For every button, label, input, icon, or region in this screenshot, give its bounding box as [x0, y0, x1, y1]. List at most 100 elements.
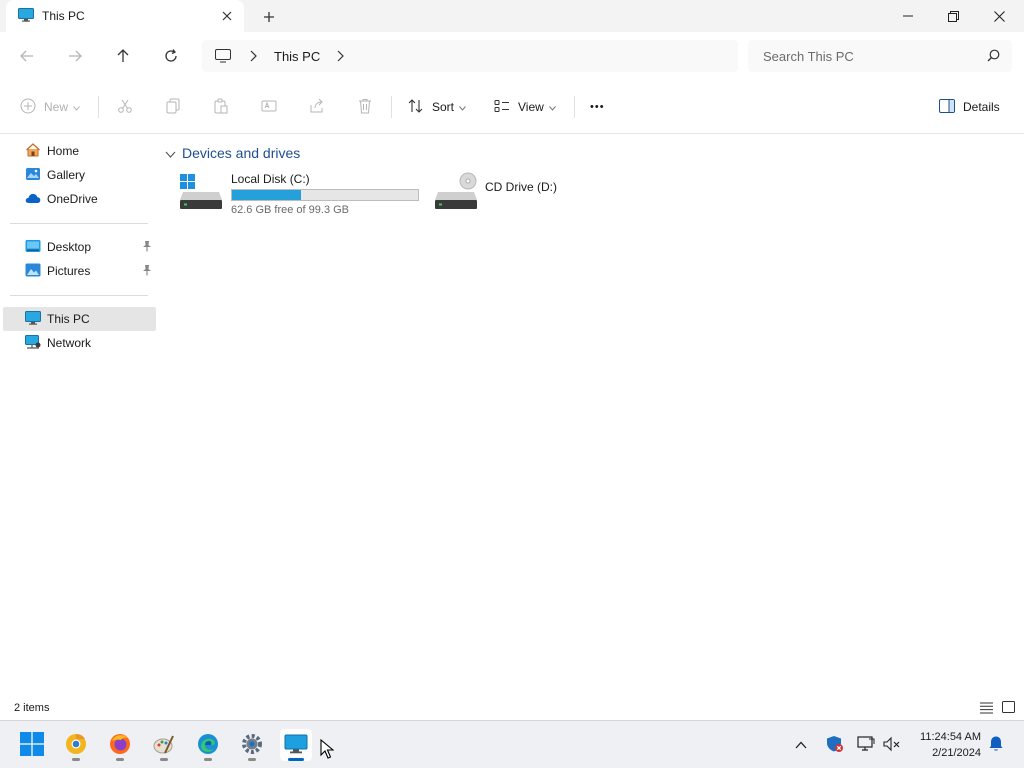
clock-time: 11:24:54 AM [920, 731, 981, 743]
sort-button[interactable]: Sort [408, 95, 466, 119]
up-button[interactable] [111, 44, 135, 68]
delete-button[interactable] [357, 95, 373, 119]
sidebar-item-desktop[interactable]: Desktop [3, 235, 156, 259]
search-box[interactable] [748, 40, 1012, 72]
sidebar-item-pictures[interactable]: Pictures [3, 259, 156, 283]
taskbar-app-firefox[interactable] [104, 729, 136, 761]
chevron-down-icon[interactable] [165, 145, 176, 161]
taskbar-app-paint[interactable] [148, 729, 180, 761]
gallery-icon [25, 166, 41, 185]
item-count: 2 items [14, 702, 50, 714]
taskbar-app-file-explorer[interactable] [280, 729, 312, 761]
chevron-right-icon[interactable] [336, 50, 344, 65]
sidebar-item-network[interactable]: Network [3, 331, 156, 355]
sidebar-item-label: Home [47, 144, 80, 158]
status-bar: 2 items [0, 697, 1024, 720]
new-button[interactable]: New [20, 95, 80, 119]
sidebar-item-home[interactable]: Home [3, 139, 156, 163]
pin-icon[interactable] [142, 240, 152, 255]
forward-button[interactable] [63, 44, 87, 68]
copy-button[interactable] [165, 95, 181, 119]
large-icons-view-icon[interactable] [1002, 701, 1015, 717]
edge-icon [197, 733, 219, 758]
shield-warning-icon [826, 735, 844, 756]
search-icon[interactable] [987, 49, 1000, 65]
share-icon [309, 98, 325, 117]
pictures-folder-icon [25, 263, 41, 280]
network-icon [25, 334, 41, 352]
details-view-icon[interactable] [980, 702, 993, 717]
sidebar-item-this-pc[interactable]: This PC [3, 307, 156, 331]
drive-usage-fill [232, 190, 301, 200]
pin-icon[interactable] [142, 264, 152, 279]
close-window-button[interactable] [976, 0, 1022, 32]
scissors-icon [117, 98, 133, 117]
title-bar: This PC [0, 0, 1024, 32]
system-clock[interactable]: 11:24:54 AM 2/21/2024 [920, 729, 981, 761]
sidebar-item-onedrive[interactable]: OneDrive [3, 187, 156, 211]
drive-name: CD Drive (D:) [485, 180, 557, 194]
desktop-folder-icon [25, 239, 41, 256]
start-icon [20, 731, 44, 759]
chevron-down-icon [73, 100, 80, 114]
drive-item-c[interactable]: Local Disk (C:) 62.6 GB free of 99.3 GB [179, 170, 429, 220]
new-label: New [44, 100, 69, 114]
details-button[interactable]: Details [939, 95, 1000, 119]
command-bar: New Sort View ••• Details [0, 80, 1024, 134]
divider [10, 295, 148, 296]
clipboard-icon [213, 98, 229, 117]
running-indicator [248, 758, 256, 761]
plus-circle-icon [20, 98, 36, 117]
sort-label: Sort [432, 100, 455, 114]
chevron-right-icon[interactable] [249, 50, 257, 65]
security-tray-button[interactable] [825, 735, 845, 755]
file-list: Devices and drives Local Disk (C:) 62.6 … [157, 135, 1024, 697]
show-hidden-icons-button[interactable] [791, 735, 811, 755]
tab-this-pc[interactable]: This PC [6, 0, 244, 32]
running-indicator [160, 758, 168, 761]
minimize-button[interactable] [885, 0, 931, 32]
running-indicator [204, 758, 212, 761]
breadcrumb-this-pc[interactable]: This PC [274, 49, 320, 64]
volume-tray-button[interactable] [882, 735, 902, 755]
active-indicator [288, 758, 304, 761]
group-header-devices[interactable]: Devices and drives [165, 145, 300, 161]
refresh-button[interactable] [159, 44, 183, 68]
drive-usage-bar [231, 189, 419, 201]
taskbar-app-settings[interactable] [236, 729, 268, 761]
close-tab-icon[interactable] [218, 7, 236, 25]
notifications-button[interactable] [986, 735, 1006, 755]
running-indicator [116, 758, 124, 761]
settings-icon [241, 733, 263, 758]
view-button[interactable]: View [494, 95, 556, 119]
view-icon [494, 98, 510, 117]
address-bar[interactable]: This PC [202, 40, 738, 72]
windows-drive-icon [179, 172, 223, 213]
network-status-icon [857, 735, 875, 755]
cut-button[interactable] [117, 95, 133, 119]
sidebar-item-gallery[interactable]: Gallery [3, 163, 156, 187]
divider [98, 96, 99, 118]
share-button[interactable] [309, 95, 325, 119]
restore-button[interactable] [930, 0, 976, 32]
chrome-canary-icon [65, 733, 87, 758]
taskbar-app-chrome-canary[interactable] [60, 729, 92, 761]
back-button[interactable] [15, 44, 39, 68]
sort-icon [408, 98, 424, 117]
view-label: View [518, 100, 544, 114]
rename-button[interactable] [261, 95, 277, 119]
chevron-up-icon [795, 738, 807, 752]
paste-button[interactable] [213, 95, 229, 119]
start-button[interactable] [16, 729, 48, 761]
sidebar-item-label: Desktop [47, 240, 92, 254]
more-options-button[interactable]: ••• [590, 95, 605, 119]
drive-item-d[interactable]: CD Drive (D:) [434, 170, 634, 220]
sidebar-item-label: Network [47, 336, 92, 350]
taskbar-app-edge[interactable] [192, 729, 224, 761]
this-pc-icon [18, 7, 34, 25]
search-input[interactable] [763, 48, 973, 64]
sidebar-item-label: OneDrive [47, 192, 98, 206]
chevron-down-icon [459, 100, 466, 114]
new-tab-button[interactable] [258, 6, 280, 28]
network-tray-button[interactable] [856, 735, 876, 755]
